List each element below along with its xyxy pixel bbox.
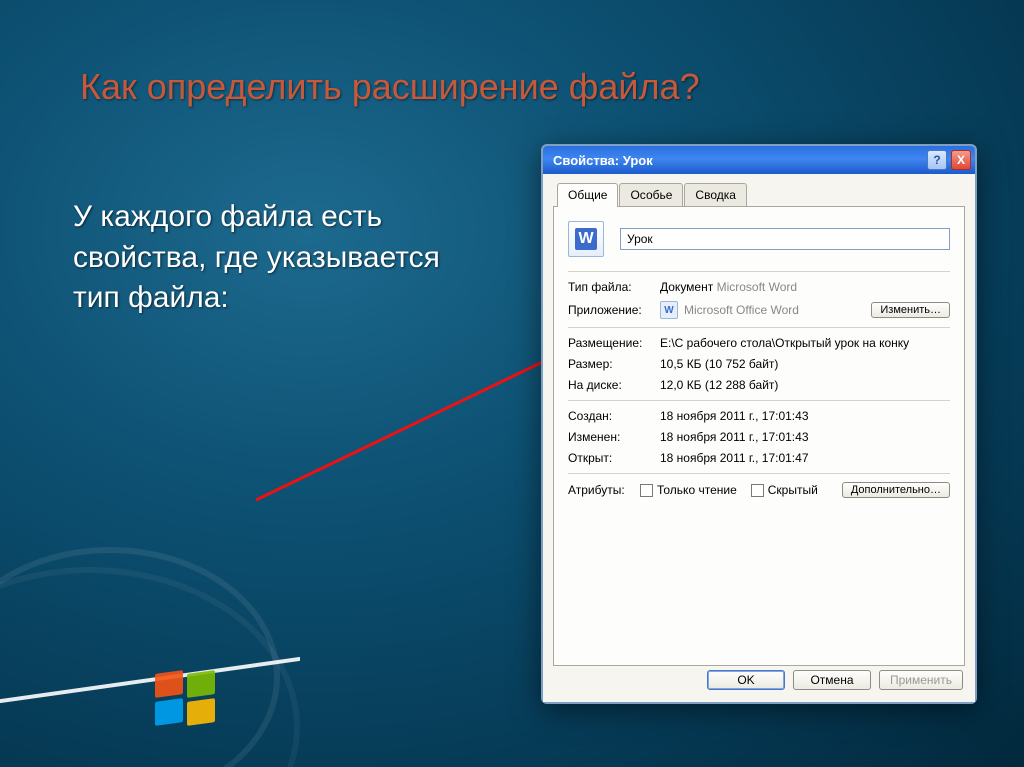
row-attributes: Атрибуты: Только чтение Скрытый Дополнит… [568, 482, 950, 498]
row-location: Размещение: E:\С рабочего стола\Открытый… [568, 336, 950, 350]
help-button[interactable]: ? [927, 150, 947, 170]
divider [568, 327, 950, 328]
help-icon: ? [933, 154, 940, 166]
label-opened: Открыт: [568, 451, 660, 465]
ok-button[interactable]: OK [707, 670, 785, 690]
row-opened: Открыт: 18 ноября 2011 г., 17:01:47 [568, 451, 950, 465]
presentation-slide: Как определить расширение файла? У каждо… [0, 0, 1024, 767]
word-app-icon: W [660, 301, 678, 319]
tab-page-general: W Тип файла: Документ Microsoft Word При… [553, 206, 965, 666]
label-modified: Изменен: [568, 430, 660, 444]
advanced-button[interactable]: Дополнительно… [842, 482, 950, 498]
label-size: Размер: [568, 357, 660, 371]
close-button[interactable]: X [951, 150, 971, 170]
decorative-line [0, 657, 300, 703]
label-hidden: Скрытый [768, 483, 818, 497]
value-created: 18 ноября 2011 г., 17:01:43 [660, 409, 950, 423]
row-modified: Изменен: 18 ноября 2011 г., 17:01:43 [568, 430, 950, 444]
row-application: Приложение: W Microsoft Office Word Изме… [568, 301, 950, 319]
slide-body-text: У каждого файла есть свойства, где указы… [73, 197, 493, 319]
value-size: 10,5 КБ (10 752 байт) [660, 357, 950, 371]
label-attributes: Атрибуты: [568, 483, 636, 497]
slide-title: Как определить расширение файла? [80, 66, 700, 108]
label-filetype: Тип файла: [568, 280, 660, 294]
word-document-icon: W [568, 221, 604, 257]
row-created: Создан: 18 ноября 2011 г., 17:01:43 [568, 409, 950, 423]
change-app-button[interactable]: Изменить… [871, 302, 950, 318]
label-readonly: Только чтение [657, 483, 737, 497]
value-application: W Microsoft Office Word [660, 301, 871, 319]
value-filetype: Документ Microsoft Word [660, 280, 950, 294]
divider [568, 271, 950, 272]
filename-input[interactable] [620, 228, 950, 250]
windows-logo-icon [155, 672, 225, 732]
dialog-titlebar[interactable]: Свойства: Урок ? X [543, 146, 975, 174]
value-opened: 18 ноября 2011 г., 17:01:47 [660, 451, 950, 465]
value-ondisk: 12,0 КБ (12 288 байт) [660, 378, 950, 392]
cancel-button[interactable]: Отмена [793, 670, 871, 690]
apply-button[interactable]: Применить [879, 670, 963, 690]
properties-dialog: Свойства: Урок ? X Общие Особье Сводка W [541, 144, 977, 704]
value-location: E:\С рабочего стола\Открытый урок на кон… [660, 336, 950, 350]
label-location: Размещение: [568, 336, 660, 350]
row-size: Размер: 10,5 КБ (10 752 байт) [568, 357, 950, 371]
tab-general[interactable]: Общие [557, 183, 618, 207]
row-filetype: Тип файла: Документ Microsoft Word [568, 280, 950, 294]
label-ondisk: На диске: [568, 378, 660, 392]
value-modified: 18 ноября 2011 г., 17:01:43 [660, 430, 950, 444]
checkbox-readonly[interactable] [640, 484, 653, 497]
label-application: Приложение: [568, 303, 660, 317]
divider [568, 400, 950, 401]
checkbox-hidden[interactable] [751, 484, 764, 497]
dialog-title: Свойства: Урок [553, 153, 653, 168]
divider [568, 473, 950, 474]
tab-summary[interactable]: Сводка [684, 183, 747, 207]
tab-strip: Общие Особье Сводка [557, 182, 975, 206]
decorative-arc [0, 547, 280, 767]
row-ondisk: На диске: 12,0 КБ (12 288 байт) [568, 378, 950, 392]
dialog-button-row: OK Отмена Применить [707, 670, 963, 690]
close-icon: X [957, 154, 965, 166]
tab-special[interactable]: Особье [619, 183, 683, 207]
label-created: Создан: [568, 409, 660, 423]
